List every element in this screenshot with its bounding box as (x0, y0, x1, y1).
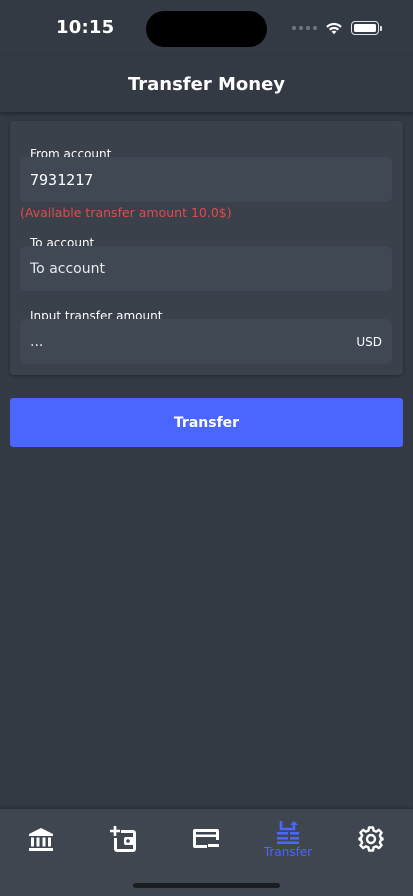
status-icons (292, 19, 382, 37)
from-account-field[interactable] (20, 157, 392, 202)
available-amount-note: (Available transfer amount 10.0$) (20, 205, 232, 220)
status-bar: 10:15 (0, 0, 413, 56)
dynamic-island (146, 11, 267, 47)
home-indicator[interactable] (133, 883, 280, 888)
bank-icon (29, 828, 53, 851)
gear-icon (358, 826, 384, 852)
wifi-icon (326, 22, 342, 35)
transfer-form-card: From account (Available transfer amount … (10, 121, 403, 375)
tab-transfer-label: Transfer (263, 844, 313, 859)
tab-transfer[interactable]: Transfer (247, 809, 329, 869)
status-time: 10:15 (56, 17, 115, 38)
battery-icon (351, 21, 382, 35)
add-wallet-icon (110, 826, 136, 852)
to-account-field[interactable] (20, 246, 392, 291)
tab-add-wallet[interactable] (82, 809, 164, 869)
amount-field[interactable]: USD (20, 319, 392, 364)
tab-settings[interactable] (330, 809, 412, 869)
page-title: Transfer Money (127, 73, 286, 95)
tab-cards[interactable] (165, 809, 247, 869)
currency-unit: USD (356, 334, 382, 349)
tab-bank[interactable] (0, 809, 82, 869)
signal-icon (292, 26, 317, 30)
amount-input[interactable] (30, 333, 349, 350)
card-icon (193, 829, 219, 848)
from-account-input[interactable] (30, 170, 382, 189)
transfer-icon (277, 820, 299, 844)
transfer-button[interactable]: Transfer (10, 398, 403, 447)
to-account-input[interactable] (30, 260, 382, 277)
app-header: Transfer Money (0, 56, 413, 112)
